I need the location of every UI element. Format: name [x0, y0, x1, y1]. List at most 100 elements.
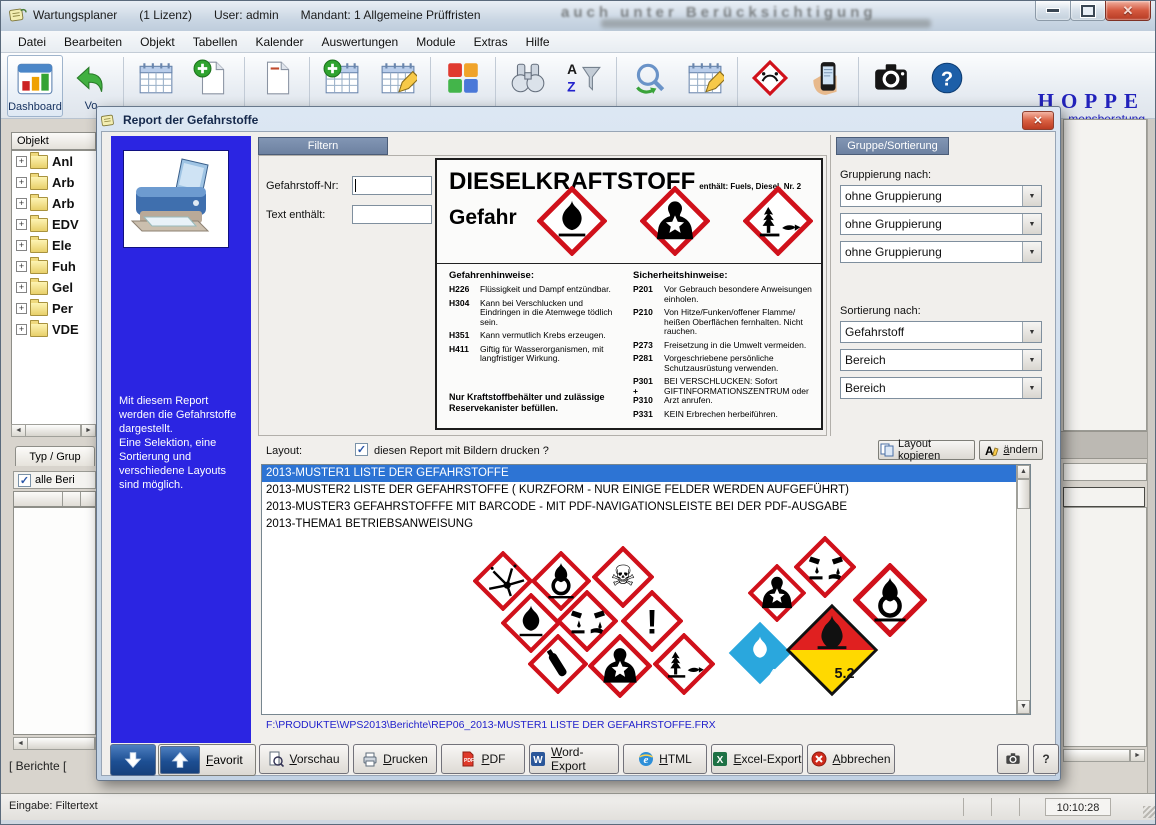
print-button[interactable]: Drucken [353, 744, 437, 774]
background-vertical-scrollbar[interactable] [1147, 119, 1156, 793]
berichte-tab-label[interactable]: [ Berichte [ [9, 759, 66, 773]
scroll-up-icon[interactable]: ▲ [1017, 465, 1030, 479]
tree-item-label: Arb [52, 175, 74, 190]
scroll-left-icon[interactable]: ◄ [12, 425, 26, 436]
print-images-checkbox[interactable]: ✓ [355, 443, 368, 456]
snapshot-button[interactable] [997, 744, 1029, 774]
tree-item[interactable]: +Per [12, 298, 97, 319]
dropdown-select[interactable]: ohne Gruppierung▼ [840, 185, 1042, 207]
pdf-export-button[interactable]: PDF PDF [441, 744, 525, 774]
menu-item-hilfe[interactable]: Hilfe [517, 32, 559, 52]
camera-icon [1005, 751, 1021, 767]
tree-item[interactable]: +Anl [12, 151, 97, 172]
dropdown-select[interactable]: Gefahrstoff▼ [840, 321, 1042, 343]
dropdown-select[interactable]: Bereich▼ [840, 377, 1042, 399]
layout-list-item[interactable]: 2013-MUSTER3 GEFAHRSTOFFFE MIT BARCODE -… [262, 499, 1030, 516]
report-table-header[interactable] [13, 491, 96, 507]
all-reports-checkbox-row[interactable]: ✓ alle Beri [13, 471, 96, 489]
expand-icon[interactable]: + [16, 324, 27, 335]
toolbar-dashboard-button[interactable]: Dashboard [7, 55, 63, 117]
maximize-button[interactable] [1070, 1, 1106, 21]
tree-item[interactable]: +Ele [12, 235, 97, 256]
layout-change-button[interactable]: A ändern [979, 440, 1043, 460]
color-tiles-icon [444, 59, 482, 97]
layout-list-item[interactable]: 2013-MUSTER1 LISTE DER GEFAHRSTOFFE [262, 465, 1030, 482]
expand-icon[interactable]: + [16, 177, 27, 188]
background-panel [1063, 119, 1147, 431]
chevron-down-icon[interactable]: ▼ [1022, 378, 1041, 398]
menu-item-auswertungen[interactable]: Auswertungen [313, 32, 408, 52]
menu-item-datei[interactable]: Datei [9, 32, 55, 52]
dialog-help-button[interactable]: ? [1033, 744, 1059, 774]
expand-icon[interactable]: + [16, 282, 27, 293]
excel-export-button[interactable]: X Excel-Export [711, 744, 803, 774]
tab-filtern[interactable]: Filtern [258, 137, 388, 155]
favorite-button[interactable]: Favorit [158, 744, 256, 776]
chevron-down-icon[interactable]: ▼ [1022, 322, 1041, 342]
tree-item[interactable]: +Arb [12, 193, 97, 214]
chevron-down-icon[interactable]: ▼ [1022, 350, 1041, 370]
expand-icon[interactable]: + [16, 240, 27, 251]
minimize-button[interactable] [1035, 1, 1071, 21]
menu-item-kalender[interactable]: Kalender [246, 32, 312, 52]
dropdown-select[interactable]: ohne Gruppierung▼ [840, 241, 1042, 263]
window-titlebar[interactable]: Wartungsplaner(1 Lizenz)User: adminManda… [1, 1, 1156, 32]
calendar-pencil-icon [686, 59, 724, 97]
printer-image [123, 150, 229, 248]
menu-item-module[interactable]: Module [407, 32, 464, 52]
dropdown-value: Bereich [841, 378, 1022, 398]
html-export-button[interactable]: e HTML [623, 744, 707, 774]
tree-item[interactable]: + Arb [12, 172, 97, 193]
word-export-button[interactable]: W Word-Export [529, 744, 619, 774]
tree-item[interactable]: +Fuh [12, 256, 97, 277]
object-tree[interactable]: +Anl+Arb+Arb+EDV+Ele+Fuh+Gel+Per+VDE [11, 150, 98, 426]
cancel-button[interactable]: Abbrechen [807, 744, 895, 774]
scroll-left-icon[interactable]: ◄ [14, 738, 28, 749]
close-button[interactable]: ✕ [1105, 1, 1151, 21]
dropdown-select[interactable]: ohne Gruppierung▼ [840, 213, 1042, 235]
menu-item-extras[interactable]: Extras [465, 32, 517, 52]
chevron-down-icon[interactable]: ▼ [1022, 242, 1041, 262]
object-tree-header[interactable]: Objekt [11, 132, 96, 150]
chevron-down-icon[interactable]: ▼ [1022, 186, 1041, 206]
menu-item-objekt[interactable]: Objekt [131, 32, 184, 52]
scroll-thumb[interactable] [1017, 479, 1030, 509]
scroll-right-icon[interactable]: ► [1130, 750, 1144, 761]
health-hazard-pictogram [588, 634, 652, 698]
scroll-right-icon[interactable]: ► [81, 425, 95, 436]
tab-gruppe-sortierung[interactable]: Gruppe/Sortierung [836, 137, 949, 155]
report-horizontal-scrollbar[interactable]: ◄ [13, 737, 96, 750]
expand-icon[interactable]: + [16, 261, 27, 272]
layout-copy-button[interactable]: Layout kopieren [878, 440, 975, 460]
tree-item[interactable]: +VDE [12, 319, 97, 340]
expand-icon[interactable]: + [16, 219, 27, 230]
checkbox-checked-icon[interactable]: ✓ [18, 474, 31, 487]
tree-item[interactable]: +EDV [12, 214, 97, 235]
background-bleed-bar [601, 19, 931, 28]
resize-grip[interactable] [1143, 806, 1155, 818]
printer-icon [362, 751, 378, 767]
gefahrstoff-nr-input[interactable] [352, 176, 432, 195]
text-enthaelt-input[interactable] [352, 205, 432, 224]
dialog-close-button[interactable]: ✕ [1022, 111, 1054, 130]
tab-typ-gruppe[interactable]: Typ / Grup [15, 446, 95, 466]
layout-list-item[interactable]: 2013-MUSTER2 LISTE DER GEFAHRSTOFFE ( KU… [262, 482, 1030, 499]
internet-explorer-icon: e [638, 751, 654, 767]
dropdown-select[interactable]: Bereich▼ [840, 349, 1042, 371]
background-header-box [1063, 487, 1145, 507]
menu-item-tabellen[interactable]: Tabellen [184, 32, 247, 52]
menu-item-bearbeiten[interactable]: Bearbeiten [55, 32, 131, 52]
preview-button[interactable]: Vorschau [259, 744, 349, 774]
window-title: Wartungsplaner(1 Lizenz)User: adminManda… [33, 8, 503, 22]
dropdown-value: ohne Gruppierung [841, 214, 1022, 234]
chevron-down-icon[interactable]: ▼ [1022, 214, 1041, 234]
expand-icon[interactable]: + [16, 156, 27, 167]
expand-icon[interactable]: + [16, 303, 27, 314]
move-down-button[interactable] [110, 744, 156, 776]
background-horizontal-scrollbar[interactable]: ► [1063, 749, 1145, 762]
dialog-titlebar[interactable]: Report der Gefahrstoffe [101, 110, 1056, 130]
expand-icon[interactable]: + [16, 198, 27, 209]
tree-item[interactable]: +Gel [12, 277, 97, 298]
tree-horizontal-scrollbar[interactable]: ◄► [11, 424, 96, 437]
report-table-body[interactable] [13, 507, 96, 735]
